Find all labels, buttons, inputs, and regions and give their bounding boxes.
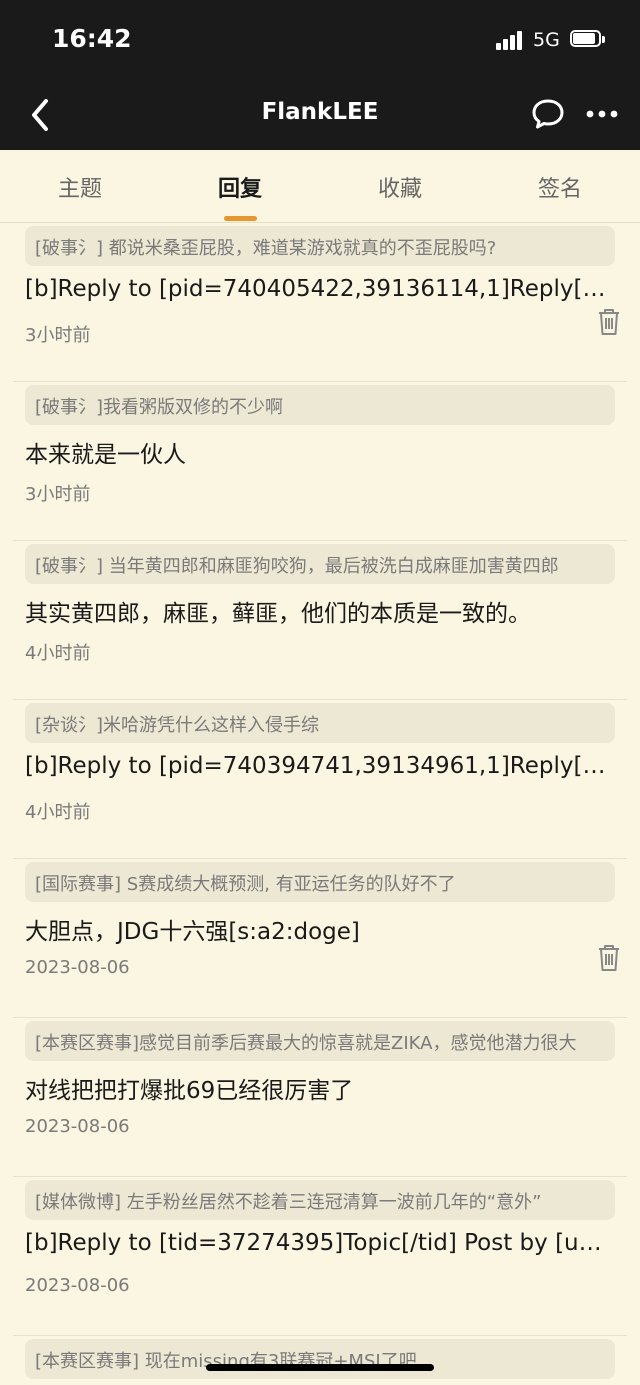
topic-title[interactable]: [杂谈氵]米哈游凭什么这样入侵手综 (25, 703, 615, 743)
reply-time: 2023-08-06 (25, 957, 130, 978)
nav-bar: FlankLEE (0, 80, 640, 150)
reply-time: 3小时前 (25, 484, 91, 505)
list-item[interactable]: [破事氵] 当年黄四郎和麻匪狗咬狗，最后被洗白成麻匪加害黄四郎 其实黄四郎，麻匪… (13, 540, 627, 700)
tab-favorites[interactable]: 收藏 (320, 171, 480, 203)
signal-icon (496, 30, 524, 50)
list-item[interactable]: [国际赛事] S赛成绩大概预测, 有亚运任务的队好不了 大胆点，JDG十六强[s… (13, 858, 627, 1018)
list-item[interactable]: [本赛区赛事]感觉目前季后赛最大的惊喜就是ZIKA，感觉他潜力很大 对线把把打爆… (13, 1017, 627, 1177)
active-tab-indicator (224, 216, 257, 221)
reply-time: 4小时前 (25, 802, 91, 823)
reply-content[interactable]: 对线把把打爆批69已经很厉害了 (25, 1071, 607, 1105)
reply-content[interactable]: 大胆点，JDG十六强[s:a2:doge] (25, 912, 607, 946)
topic-title[interactable]: [破事氵] 都说米桑歪屁股，难道某游戏就真的不歪屁股吗? (25, 226, 615, 266)
topic-title[interactable]: [媒体微博] 左手粉丝居然不趁着三连冠清算一波前几年的“意外” (25, 1180, 615, 1220)
reply-time: 4小时前 (25, 643, 91, 664)
status-time: 16:42 (52, 24, 132, 53)
topic-title[interactable]: [破事氵]我看粥版双修的不少啊 (25, 385, 615, 425)
tab-topics[interactable]: 主题 (0, 171, 160, 203)
battery-icon (570, 30, 606, 49)
network-type: 5G (533, 29, 560, 51)
reply-content[interactable]: 其实黄四郎，麻匪，藓匪，他们的本质是一致的。 (25, 594, 607, 628)
topic-title[interactable]: [本赛区赛事] 现在missing有3联赛冠+MSI了吧 (25, 1339, 615, 1379)
reply-time: 2023-08-06 (25, 1275, 130, 1296)
list-item[interactable]: [本赛区赛事] 现在missing有3联赛冠+MSI了吧 (13, 1335, 627, 1385)
trash-icon[interactable] (596, 307, 622, 337)
more-icon[interactable] (585, 104, 619, 124)
reply-content[interactable]: [b]Reply to [pid=740405422,39136114,1]Re… (25, 276, 607, 302)
list-item[interactable]: [媒体微博] 左手粉丝居然不趁着三连冠清算一波前几年的“意外” [b]Reply… (13, 1176, 627, 1336)
topic-title[interactable]: [破事氵] 当年黄四郎和麻匪狗咬狗，最后被洗白成麻匪加害黄四郎 (25, 544, 615, 584)
trash-icon[interactable] (596, 943, 622, 973)
reply-content[interactable]: [b]Reply to [pid=740394741,39134961,1]Re… (25, 753, 607, 779)
topic-title[interactable]: [国际赛事] S赛成绩大概预测, 有亚运任务的队好不了 (25, 862, 615, 902)
reply-time: 2023-08-06 (25, 1116, 130, 1137)
list-item[interactable]: [破事氵]我看粥版双修的不少啊 本来就是一伙人 3小时前 (13, 381, 627, 541)
topic-title[interactable]: [本赛区赛事]感觉目前季后赛最大的惊喜就是ZIKA，感觉他潜力很大 (25, 1021, 615, 1061)
home-indicator[interactable] (206, 1364, 434, 1371)
status-bar: 16:42 5G (0, 0, 640, 80)
reply-content[interactable]: [b]Reply to [tid=37274395]Topic[/tid] Po… (25, 1230, 607, 1256)
tab-signature[interactable]: 签名 (480, 171, 640, 203)
chat-icon[interactable] (530, 97, 566, 131)
list-item[interactable]: [杂谈氵]米哈游凭什么这样入侵手综 [b]Reply to [pid=74039… (13, 699, 627, 859)
tab-replies[interactable]: 回复 (160, 171, 320, 203)
reply-time: 3小时前 (25, 325, 91, 346)
tab-bar: 主题 回复 收藏 签名 (0, 150, 640, 223)
reply-content[interactable]: 本来就是一伙人 (25, 435, 607, 469)
list-item[interactable]: [破事氵] 都说米桑歪屁股，难道某游戏就真的不歪屁股吗? [b]Reply to… (13, 222, 627, 382)
